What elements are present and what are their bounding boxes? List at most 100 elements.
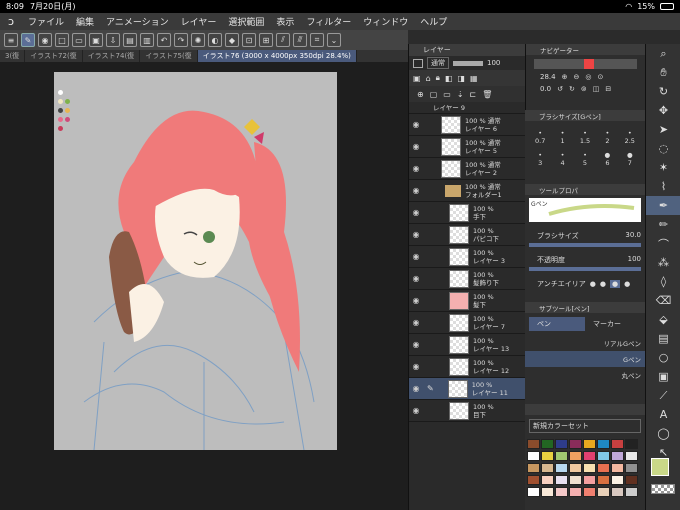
color-swatch[interactable]	[555, 439, 568, 449]
eraser-tool-icon[interactable]: ⌫	[646, 291, 680, 310]
color-swatch[interactable]	[527, 439, 540, 449]
transparent-color-swatch[interactable]	[651, 484, 675, 494]
navigator-preview[interactable]	[534, 59, 637, 69]
brush-size-option[interactable]: • 2	[596, 129, 618, 145]
eye-icon[interactable]: ◉	[409, 230, 423, 239]
export-icon[interactable]: ⇩	[106, 33, 120, 47]
eye-icon[interactable]: ◉	[409, 318, 423, 327]
invert-icon[interactable]: ◐	[208, 33, 222, 47]
brush-size-option[interactable]: • 2.5	[619, 129, 641, 145]
zoom-out-icon[interactable]: ⊖	[573, 73, 579, 81]
text-tool-icon[interactable]: A	[646, 405, 680, 424]
pen-mode-icon[interactable]: ✎	[21, 33, 35, 47]
color-swatch[interactable]	[583, 439, 596, 449]
layer-row-selected[interactable]: ◉ ✎ 100 % レイヤー 11	[409, 378, 526, 400]
layer-row[interactable]: ◉ 100 % 髪飾り下	[409, 268, 526, 290]
save-icon[interactable]: ▣	[89, 33, 103, 47]
ruler-icon[interactable]: ⫽	[276, 33, 290, 47]
color-swatch[interactable]	[611, 463, 624, 473]
menu-help[interactable]: ヘルプ	[414, 15, 453, 28]
layer-row[interactable]: レイヤー 9	[409, 102, 526, 114]
color-swatch[interactable]	[541, 439, 554, 449]
magic-wand-icon[interactable]: ✶	[646, 158, 680, 177]
menu-filter[interactable]: フィルター	[300, 15, 357, 28]
redo-icon[interactable]: ↷	[174, 33, 188, 47]
frame-tool-icon[interactable]: ▣	[646, 367, 680, 386]
color-swatch[interactable]	[625, 487, 638, 497]
brush-tool-icon[interactable]: ⌒	[646, 234, 680, 253]
clear-icon[interactable]: ▥	[140, 33, 154, 47]
brush-size-option[interactable]: • 5	[574, 151, 596, 167]
new-layer-icon[interactable]: ⊕	[417, 90, 424, 99]
pencil-tool-icon[interactable]: ✏︎	[646, 215, 680, 234]
color-swatch[interactable]	[527, 451, 540, 461]
menu-window[interactable]: ウィンドウ	[357, 15, 414, 28]
angle-value[interactable]: 0.0	[540, 85, 551, 93]
rotate-right-icon[interactable]: ↻	[569, 85, 575, 93]
menu-animation[interactable]: アニメーション	[100, 15, 175, 28]
brush-size-option[interactable]: • 4	[551, 151, 573, 167]
subtool-item[interactable]: リアルGペン	[525, 335, 645, 351]
zoom-value[interactable]: 28.4	[540, 73, 556, 81]
brush-opacity-value[interactable]: 100	[628, 255, 641, 265]
eye-icon[interactable]: ◉	[409, 362, 423, 371]
brush-size-slider[interactable]	[529, 243, 641, 247]
fit-icon[interactable]: ◎	[585, 73, 591, 81]
hand-tool-icon[interactable]: ✋︎	[646, 63, 680, 82]
main-color-swatch[interactable]	[651, 458, 669, 476]
gradient-tool-icon[interactable]: ▤	[646, 329, 680, 348]
layer-row[interactable]: ◉ 100 % 髪下	[409, 290, 526, 312]
layer-row[interactable]: ◉ 100 % レイヤー 13	[409, 334, 526, 356]
pen-tool-icon[interactable]: ✒︎	[646, 196, 680, 215]
color-swatch[interactable]	[555, 463, 568, 473]
color-swatch[interactable]	[555, 475, 568, 485]
layer-row[interactable]: ◉ 100 % パピコ下	[409, 224, 526, 246]
eye-icon[interactable]: ◉	[409, 164, 423, 173]
color-swatch[interactable]	[569, 487, 582, 497]
hamburger-icon[interactable]: ≡	[4, 33, 18, 47]
merge-icon[interactable]: ⊏	[470, 90, 477, 99]
shape-tool-icon[interactable]: ○	[646, 348, 680, 367]
move-tool-icon[interactable]: ✥	[646, 101, 680, 120]
ruler-tool-icon[interactable]: ⟋	[646, 386, 680, 405]
png-icon[interactable]: ▤	[123, 33, 137, 47]
color-swatch[interactable]	[555, 487, 568, 497]
eye-icon[interactable]: ◉	[409, 120, 423, 129]
layer-mask-icon[interactable]: ◨	[457, 74, 465, 83]
color-swatch[interactable]	[625, 439, 638, 449]
canvas-paper[interactable]	[54, 72, 337, 450]
zoom-in-icon[interactable]: ⊕	[562, 73, 568, 81]
view-icon[interactable]: ◉	[38, 33, 52, 47]
rotate-left-icon[interactable]: ↺	[557, 85, 563, 93]
color-swatch[interactable]	[569, 439, 582, 449]
opacity-slider[interactable]	[453, 60, 483, 66]
brush-size-value[interactable]: 30.0	[625, 231, 641, 241]
opacity-slider-bar[interactable]	[529, 267, 641, 271]
eye-icon[interactable]: ◉	[409, 208, 423, 217]
folder-row[interactable]: ◉ 100 % 通常 フォルダー1	[409, 180, 526, 202]
color-swatch[interactable]	[611, 475, 624, 485]
transfer-icon[interactable]: ⇣	[457, 90, 464, 99]
color-swatch[interactable]	[611, 451, 624, 461]
aa-strong-icon[interactable]: ●	[624, 280, 630, 288]
snap-icon[interactable]: ⫻	[293, 33, 307, 47]
reset-rotate-icon[interactable]: ⊚	[581, 85, 587, 93]
layer-row[interactable]: ◉ 100 % 手下	[409, 202, 526, 224]
select-tool-icon[interactable]: ⌗	[310, 33, 324, 47]
layer-row[interactable]: ◉ 100 % レイヤー 3	[409, 246, 526, 268]
color-swatch[interactable]	[569, 475, 582, 485]
eye-icon[interactable]: ◉	[409, 340, 423, 349]
blend-tool-icon[interactable]: ◊	[646, 272, 680, 291]
menu-edit[interactable]: 編集	[70, 15, 100, 28]
layer-tool-icon[interactable]: ▣	[413, 74, 421, 83]
doc-tab[interactable]: イラスト74(復	[83, 50, 141, 62]
brush-size-option[interactable]: • 3	[529, 151, 551, 167]
eyedropper-icon[interactable]: ⌇	[646, 177, 680, 196]
airbrush-tool-icon[interactable]: ⁂	[646, 253, 680, 272]
layer-draft-icon[interactable]: ▦	[470, 74, 478, 83]
color-swatch[interactable]	[583, 487, 596, 497]
layer-row[interactable]: ◉ 100 % 通常 レイヤー 2	[409, 158, 526, 180]
actual-size-icon[interactable]: ⊙	[597, 73, 603, 81]
color-swatch[interactable]	[527, 487, 540, 497]
color-swatch[interactable]	[583, 475, 596, 485]
